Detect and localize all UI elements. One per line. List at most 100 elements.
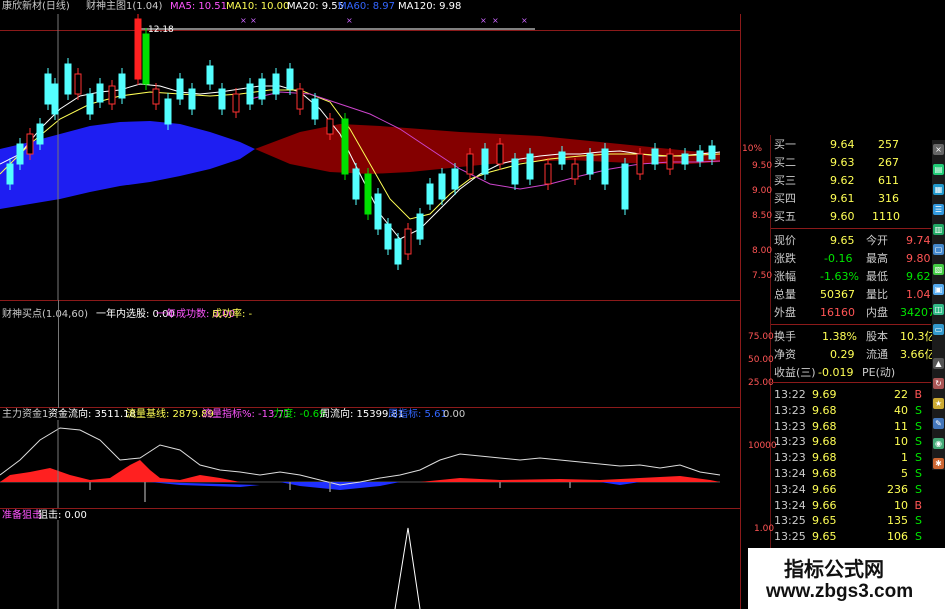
candle-body [466, 153, 474, 175]
candlestick-chart: 12.18 × × × × × × [0, 14, 721, 300]
candle-body [681, 153, 689, 165]
stat-row: 现价 9.65 今开 9.74 [774, 234, 931, 247]
candle-body [438, 173, 446, 200]
price-tick: 8.50 [752, 211, 773, 221]
panel2-axis-tick: 25.00 [748, 378, 774, 388]
stat-row: 涨幅 -1.63% 最低 9.62 [774, 270, 931, 283]
fund-flow-chart [0, 420, 721, 508]
candle-body [26, 133, 34, 155]
tick-row: 13:23 9.68 11 S [774, 419, 922, 433]
candle-body [526, 153, 534, 180]
toolbar-chart-icon[interactable]: ▤ [933, 164, 944, 175]
tick-row: 13:23 9.68 10 S [774, 435, 922, 449]
candle-body [416, 213, 424, 240]
candle-body [258, 78, 266, 100]
candle-body [558, 151, 566, 165]
toolbar-close-icon[interactable]: × [933, 144, 944, 155]
candle-body [341, 118, 349, 175]
panel2-name: 财神买点(1.04,60) [2, 309, 88, 320]
candle-body [708, 145, 716, 160]
toolbar-star-icon[interactable]: ★ [933, 398, 944, 409]
candle-body [326, 118, 334, 135]
toolbar-grid-icon[interactable]: ▦ [933, 184, 944, 195]
price-tick: 10% [742, 144, 763, 154]
tick-row: 13:24 9.68 5 S [774, 467, 922, 480]
candle-body [51, 83, 59, 115]
bid-row: 买二 9.63 267 [774, 156, 899, 169]
price-tick: 9.00 [752, 186, 773, 196]
candle-body [394, 238, 402, 265]
toolbar-tool-icon[interactable]: ✱ [933, 458, 944, 469]
candle-body [364, 173, 372, 215]
toolbar-layout-icon[interactable]: ▧ [933, 264, 944, 275]
candle-body [44, 73, 52, 105]
tick-row: 13:23 9.68 1 S [774, 451, 922, 465]
toolbar-screen-icon[interactable]: ▭ [933, 324, 944, 335]
ma20-label: MA20: 9.55 [287, 1, 345, 12]
candle-body [601, 148, 609, 185]
candle-body [311, 98, 319, 120]
tick-row: 13:25 9.65 135 S [774, 514, 922, 528]
price-tick: 8.00 [752, 246, 773, 256]
candle-body [481, 148, 489, 175]
panel3-axis-tick: 10000 [748, 441, 777, 451]
candle-body [286, 68, 294, 90]
toolbar-table-icon[interactable]: ▥ [933, 224, 944, 235]
panel2-axis-tick: 50.00 [748, 355, 774, 365]
price-tick: 7.50 [752, 271, 773, 281]
candle-body [404, 228, 412, 255]
toolbar-window-icon[interactable]: ▢ [933, 244, 944, 255]
ma5-label: MA5: 10.51 [170, 1, 228, 12]
candle-body [544, 163, 552, 185]
candle-body [96, 83, 104, 103]
toolbar-refresh-icon[interactable]: ↻ [933, 378, 944, 389]
bid-row: 买一 9.64 257 [774, 138, 899, 151]
toolbar-list-icon[interactable]: ☰ [933, 204, 944, 215]
svg-text:×: × [250, 16, 257, 25]
candle-body [586, 153, 594, 175]
toolbar-doc-icon[interactable]: ▣ [933, 284, 944, 295]
tick-row: 13:22 9.69 22 B [774, 388, 922, 401]
stat-row: 总量 50367 量比 1.04 [774, 288, 931, 301]
candle-body [426, 183, 434, 205]
candle-body [636, 153, 644, 175]
watermark-title: 指标公式网 [784, 557, 884, 581]
candle-body [206, 65, 214, 85]
svg-text:×: × [492, 16, 499, 25]
ma120-label: MA120: 9.98 [398, 1, 462, 12]
bid-row: 买五 9.60 1110 [774, 210, 900, 223]
candle-body [188, 88, 196, 110]
stat-row: 外盘 16160 内盘 34207 [774, 306, 935, 319]
peak-label: 12.18 [148, 25, 174, 35]
candle-body [108, 85, 116, 105]
tick-row: 13:25 9.65 106 S [774, 530, 922, 544]
candle-body [16, 143, 24, 165]
panel4-axis-tick: 1.00 [754, 524, 775, 534]
candle-body [352, 168, 360, 200]
panel2-field3: 成功率: - [212, 309, 253, 320]
stat-row: 涨跌 -0.16 最高 9.80 [774, 252, 931, 265]
tick-row: 13:24 9.66 10 B [774, 498, 922, 512]
toolbar-edit-icon[interactable]: ✎ [933, 418, 944, 429]
bid-row: 买三 9.62 611 [774, 174, 899, 187]
tick-row: 13:24 9.66 236 S [774, 482, 922, 496]
candle-body [666, 153, 674, 170]
candle-body [6, 163, 14, 185]
stock-title: 康欣新材(日线) [2, 1, 70, 12]
candle-body [134, 18, 142, 80]
toolbar-split-icon[interactable]: ◫ [933, 304, 944, 315]
candle-body [621, 163, 629, 210]
svg-text:×: × [480, 16, 487, 25]
candle-body [451, 168, 459, 190]
candle-body [152, 88, 160, 105]
toolbar-up-arrow-icon[interactable]: ▲ [933, 358, 944, 369]
candle-body [218, 88, 226, 110]
watermark-url: www.zbgs3.com [766, 581, 914, 602]
tick-row: 13:23 9.68 40 S [774, 403, 922, 417]
main-indicator-name: 财神主图1(1.04) [86, 1, 163, 12]
candle-body [651, 148, 659, 165]
candle-body [511, 158, 519, 185]
toolbar-camera-icon[interactable]: ◉ [933, 438, 944, 449]
side-toolbar[interactable]: × ▤ ▦ ☰ ▥ ▢ ▧ ▣ ◫ ▭ ▲ ↻ ★ ✎ ◉ ✱ [932, 140, 945, 470]
candle-body [176, 78, 184, 100]
